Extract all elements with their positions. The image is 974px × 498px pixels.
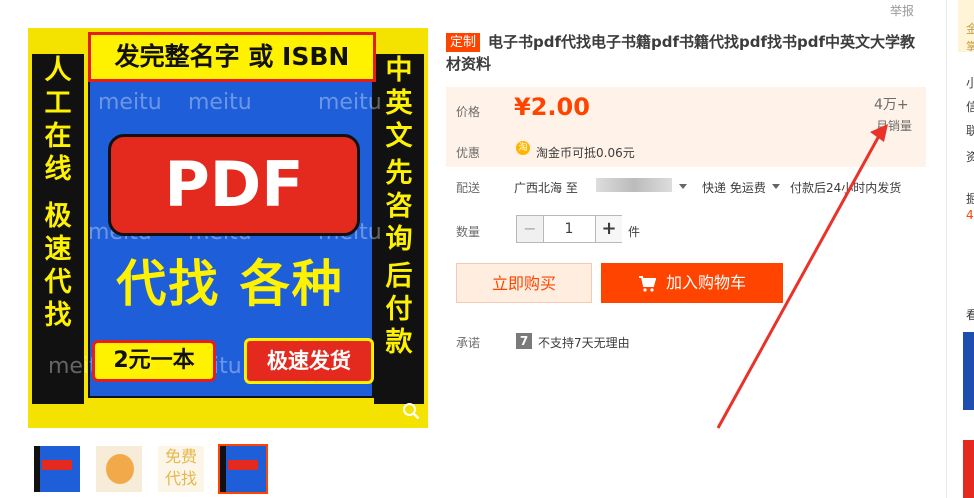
annotation-arrow — [716, 124, 888, 429]
annotation-arrow-shaft — [716, 133, 882, 429]
annotation-arrow-head — [870, 124, 888, 142]
